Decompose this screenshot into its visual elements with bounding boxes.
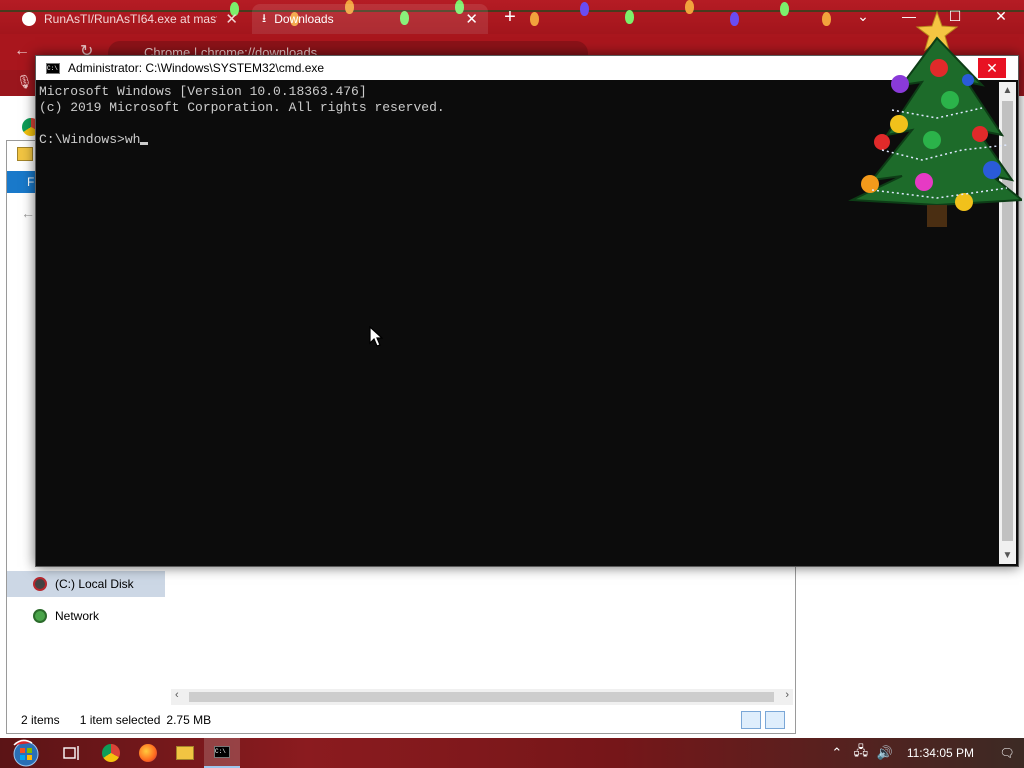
network-icon — [33, 609, 47, 623]
tab-downloads[interactable]: ⭳ Downloads ✕ — [252, 4, 488, 34]
details-view-button[interactable] — [741, 711, 761, 729]
mouse-pointer-icon — [369, 326, 383, 347]
light-bulb — [730, 12, 739, 26]
navigation-pane: (C:) Local Disk Network — [7, 571, 165, 691]
show-hidden-icons-chevron[interactable]: ⌃ — [825, 745, 849, 761]
horizontal-scrollbar[interactable]: ‹ › — [171, 689, 793, 705]
clock[interactable]: 11:34:05 PM — [897, 746, 990, 760]
drive-icon — [33, 577, 47, 591]
nav-item-network[interactable]: Network — [7, 603, 165, 629]
tab-github[interactable]: RunAsTI/RunAsTI64.exe at mast ✕ — [12, 4, 248, 34]
selection-count: 1 item selected — [79, 713, 161, 727]
nav-item-local-disk[interactable]: (C:) Local Disk — [7, 571, 165, 597]
console-input[interactable]: C:\Windows>wh — [39, 132, 140, 147]
tab-title: Downloads — [274, 12, 334, 26]
download-icon: ⭳ — [262, 10, 267, 25]
large-icons-view-button[interactable] — [765, 711, 785, 729]
light-bulb — [685, 0, 694, 14]
github-icon — [22, 12, 36, 26]
chrome-icon[interactable] — [93, 738, 129, 768]
system-tray: ⌃ 🖧 🔊 11:34:05 PM 🗨 — [825, 738, 1024, 768]
bookmark-icon[interactable]: 🎙 — [16, 74, 33, 90]
new-tab-button[interactable]: + — [498, 4, 522, 30]
view-toggle — [741, 711, 785, 729]
status-bar: 2 items 1 item selected 2.75 MB — [7, 707, 795, 733]
christmas-tree-decoration — [848, 10, 1022, 227]
back-icon[interactable]: ← — [14, 42, 30, 60]
back-icon[interactable]: ← — [21, 205, 35, 221]
light-bulb — [625, 10, 634, 24]
item-count: 2 items — [21, 713, 60, 727]
light-bulb — [822, 12, 831, 26]
volume-icon[interactable]: 🔊 — [873, 745, 897, 761]
firefox-icon[interactable] — [130, 738, 166, 768]
text-cursor — [140, 142, 149, 145]
action-center-icon[interactable]: 🗨 — [990, 746, 1024, 760]
nav-item-label: Network — [55, 609, 100, 623]
cmd-window-title: Administrator: C:\Windows\SYSTEM32\cmd.e… — [68, 61, 325, 75]
explorer-app-icon — [17, 147, 33, 161]
scroll-left-icon[interactable]: ‹ — [175, 689, 179, 701]
selection-size: 2.75 MB — [166, 713, 212, 727]
close-tab-icon[interactable]: ✕ — [225, 10, 238, 28]
task-view-icon[interactable] — [54, 738, 90, 768]
tab-title: RunAsTI/RunAsTI64.exe at mast — [44, 12, 218, 26]
cmd-taskbar-button[interactable]: C:\ — [204, 738, 240, 768]
cmd-icon: C:\ — [214, 746, 230, 758]
close-tab-icon[interactable]: ✕ — [465, 10, 478, 28]
start-button[interactable] — [8, 739, 44, 767]
nav-item-label: (C:) Local Disk — [55, 577, 134, 591]
scroll-right-icon[interactable]: › — [785, 689, 789, 701]
taskbar: C:\ ⌃ 🖧 🔊 11:34:05 PM 🗨 — [0, 738, 1024, 768]
cmd-app-icon: C:\ — [46, 62, 60, 74]
scrollbar-thumb[interactable] — [189, 692, 774, 702]
scroll-down-icon[interactable]: ▼ — [999, 547, 1016, 564]
ribbon-file-tab[interactable]: Fi — [7, 171, 37, 193]
network-icon[interactable]: 🖧 — [849, 742, 873, 764]
light-bulb — [580, 2, 589, 16]
light-bulb — [530, 12, 539, 26]
light-bulb — [780, 2, 789, 16]
file-explorer-icon[interactable] — [167, 738, 203, 768]
